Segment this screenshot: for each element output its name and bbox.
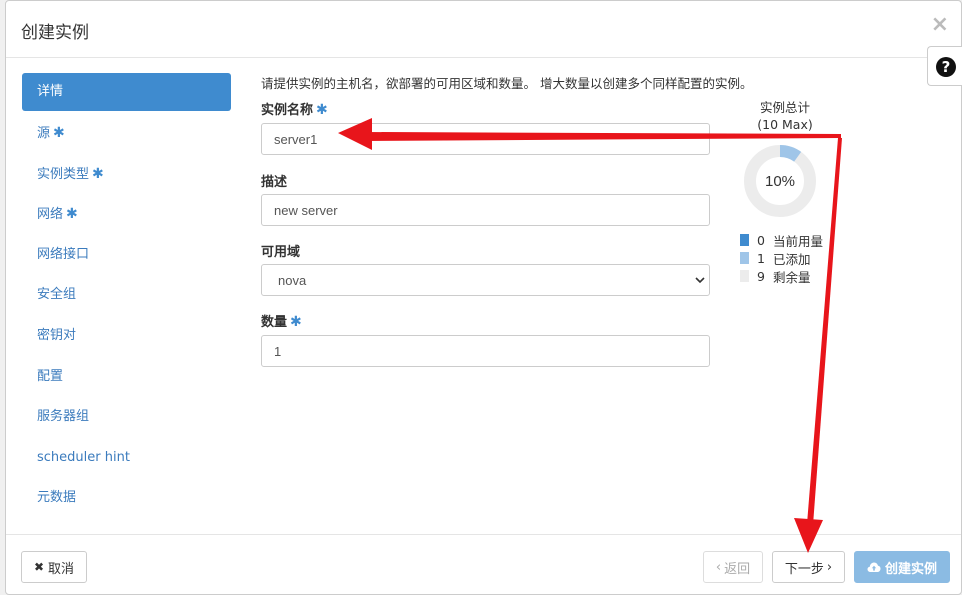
nav-item-label: 元数据 [37, 490, 77, 506]
modal-footer: ✖ 取消 ‹ 返回 下一步 › 创建实例 [6, 534, 961, 595]
legend-label: 剩余量 [772, 269, 811, 285]
nav-item-4[interactable]: 网络接口 [22, 235, 231, 276]
instance-name-input[interactable] [261, 123, 710, 155]
back-button[interactable]: ‹ 返回 [703, 551, 763, 583]
nav-item-label: 源 [37, 126, 51, 141]
cancel-label: 取消 [48, 561, 75, 577]
modal-header: 创建实例 × [6, 1, 961, 58]
chevron-right-icon: › [826, 559, 833, 575]
count-label: 数量 ✱ [261, 311, 302, 330]
legend-swatch [740, 270, 749, 282]
nav-item-label: 密钥对 [37, 327, 77, 343]
nav-item-label: scheduler hint [37, 449, 130, 465]
help-text: 请提供实例的主机名，欲部署的可用区域和数量。 增大数量以创建多个同样配置的实例。 [261, 76, 753, 91]
required-icon: ✱ [66, 206, 78, 223]
quota-title: 实例总计 [759, 100, 810, 115]
legend-count: 9 [757, 268, 765, 284]
count-label-text: 数量 [261, 315, 288, 330]
description-label: 描述 [261, 175, 288, 190]
required-icon: ✱ [290, 314, 302, 330]
nav-item-label: 实例类型 [37, 166, 90, 182]
legend-swatch [740, 252, 749, 264]
legend-row: 0 当前用量 [740, 231, 823, 249]
create-instance-label: 创建实例 [884, 561, 937, 577]
instance-quota: 实例总计 (10 Max) 10% 0 当前用量 1 已添加 9 剩余量 [736, 99, 846, 285]
nav-item-0[interactable]: 详情 [22, 73, 231, 111]
nav-item-2[interactable]: 实例类型 ✱ [22, 154, 231, 195]
back-label: 返回 [724, 561, 751, 577]
nav-item-label: 配置 [37, 368, 64, 384]
next-label: 下一步 [784, 561, 824, 577]
donut-added-arc [779, 145, 802, 162]
required-icon: ✱ [53, 125, 65, 141]
nav-item-label: 服务器组 [37, 409, 90, 425]
create-instance-button[interactable]: 创建实例 [854, 551, 950, 583]
nav-item-9[interactable]: scheduler hint [22, 438, 231, 479]
question-icon: ? [936, 57, 956, 77]
legend-row: 1 已添加 [740, 249, 823, 267]
quota-max: (10 Max) [757, 117, 813, 132]
nav-item-label: 网络 [37, 207, 64, 223]
required-icon: ✱ [92, 165, 104, 182]
nav-item-label: 网络接口 [37, 246, 90, 262]
legend-count: 0 [757, 232, 765, 248]
cloud-upload-icon [867, 562, 881, 572]
close-icon[interactable]: × [931, 14, 949, 36]
instance-name-label: 实例名称 ✱ [261, 99, 328, 118]
legend-count: 1 [757, 250, 765, 266]
availability-zone-select[interactable]: nova [261, 264, 710, 296]
availability-zone-label: 可用域 [261, 245, 301, 260]
quota-donut-chart: 10% [744, 145, 816, 217]
legend-label: 已添加 [772, 251, 811, 267]
close-icon: ✖ [33, 560, 45, 574]
quota-legend: 0 当前用量 1 已添加 9 剩余量 [740, 231, 823, 285]
count-input[interactable] [261, 335, 710, 367]
modal-title: 创建实例 [21, 23, 89, 43]
wizard-nav: 详情源 ✱ 实例类型 ✱ 网络 ✱ 网络接口 安全组 密钥对 配置 服务器组 scheduler hi… [22, 73, 231, 519]
quota-percent: 10% [765, 173, 795, 190]
nav-item-8[interactable]: 服务器组 [22, 397, 231, 438]
legend-row: 9 剩余量 [740, 267, 823, 285]
legend-label: 当前用量 [772, 233, 823, 249]
availability-zone-value: nova [278, 273, 307, 288]
create-instance-modal: 创建实例 × 详情源 ✱ 实例类型 ✱ 网络 ✱ 网络接口 安全组 密钥对 配置 服务器组 sched… [5, 0, 962, 595]
nav-item-3[interactable]: 网络 ✱ [22, 194, 231, 235]
help-button[interactable]: ? [927, 46, 962, 86]
nav-item-label: 安全组 [37, 287, 77, 303]
nav-item-6[interactable]: 密钥对 [22, 316, 231, 357]
nav-item-10[interactable]: 元数据 [22, 478, 231, 519]
nav-item-label: 详情 [37, 84, 64, 99]
next-button[interactable]: 下一步 › [772, 551, 845, 583]
chevron-down-icon [695, 277, 705, 284]
legend-swatch [740, 234, 749, 246]
nav-item-7[interactable]: 配置 [22, 357, 231, 398]
nav-item-5[interactable]: 安全组 [22, 275, 231, 316]
cancel-button[interactable]: ✖ 取消 [21, 551, 87, 583]
description-input[interactable] [261, 194, 710, 226]
instance-name-label-text: 实例名称 [261, 103, 314, 118]
required-icon: ✱ [316, 102, 328, 118]
chevron-left-icon: ‹ [715, 559, 722, 575]
nav-item-1[interactable]: 源 ✱ [22, 113, 231, 154]
